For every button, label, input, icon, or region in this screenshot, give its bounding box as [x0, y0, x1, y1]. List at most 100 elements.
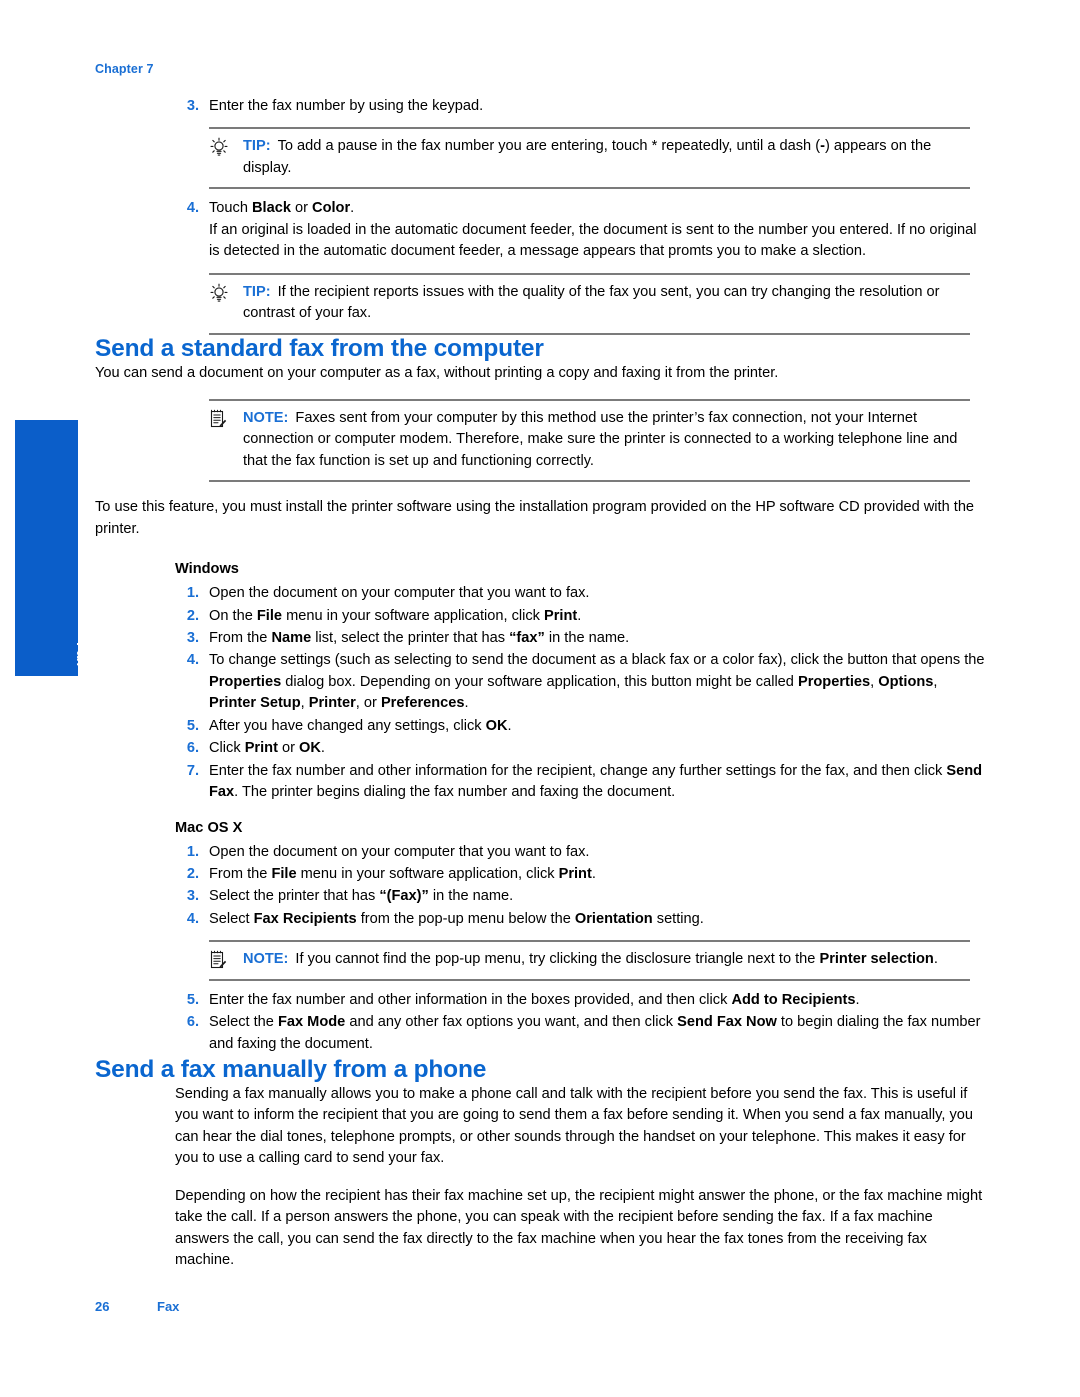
list-item: 3. Select the printer that has “(Fax)” in… [175, 886, 985, 907]
step-text-emphasis: Fax Mode [277, 1014, 346, 1031]
tip-callout-pause: TIP: To add a pause in the fax number you… [209, 127, 970, 190]
step-text: To change settings (such as selecting to… [209, 652, 985, 669]
step-text-emphasis: File [256, 607, 283, 624]
mac-steps-list-part2: 5. Enter the fax number and other informa… [95, 990, 985, 1055]
step-text: . [464, 695, 469, 712]
step-number: 3. [186, 630, 199, 646]
phone-section-body: Sending a fax manually allows you to mak… [175, 1084, 985, 1272]
step-number: 6. [186, 740, 199, 757]
step-text: On the [209, 607, 257, 624]
step-text-emphasis: Options [878, 673, 934, 690]
step-text: Open the document on your computer that … [209, 585, 590, 602]
list-item: 5. After you have changed any settings, c… [175, 716, 985, 737]
note-text: Faxes sent from your computer by this me… [243, 409, 958, 469]
step-text-emphasis: Properties [797, 673, 871, 690]
step-text-emphasis: Add to Recipients [731, 991, 856, 1008]
list-item: 4. Select Fax Recipients from the pop-up … [175, 909, 985, 930]
step-text: in the name. [544, 630, 630, 646]
step4-black: Black [252, 200, 291, 217]
step-text: Enter the fax number and other informati… [209, 762, 947, 779]
install-requirement-paragraph: To use this feature, you must install th… [95, 499, 975, 537]
step-text-emphasis: “(Fax)” [379, 888, 429, 905]
step-text: . [855, 991, 860, 1008]
step-text: Enter the fax number and other informati… [209, 991, 732, 1008]
step-number: 4. [186, 200, 199, 217]
step4-lead-a: Touch [209, 200, 252, 217]
list-item: 1. Open the document on your computer tha… [175, 583, 985, 604]
page-content: 3. Enter the fax number by using the key… [95, 96, 985, 1272]
chapter-header: Chapter 7 [95, 62, 154, 76]
step-number: 2. [186, 865, 199, 882]
list-item: 6. Select the Fax Mode and any other fax … [175, 1012, 985, 1055]
step-text-emphasis: Properties [209, 673, 282, 690]
step-text-emphasis: File [271, 865, 297, 882]
step-text: . [320, 740, 325, 757]
list-item: 3. Enter the fax number by using the key… [175, 96, 985, 117]
note-keyword: NOTE: [243, 409, 289, 426]
section-title-send-fax-manually: Send a fax manually from a phone [95, 1056, 487, 1083]
list-item: 3. From the Name list, select the printer… [175, 628, 985, 649]
note-callout-fax-connection: NOTE: Faxes sent from your computer by th… [209, 398, 970, 483]
step4-body: If an original is loaded in the automati… [209, 221, 977, 260]
step-text: from the pop-up menu below the [356, 910, 575, 927]
lightbulb-icon [209, 283, 233, 303]
mac-steps-list-part1: 1. Open the document on your computer tha… [95, 842, 985, 931]
phone-paragraph-1: Sending a fax manually allows you to mak… [175, 1086, 973, 1167]
list-item: 2. From the File menu in your software ap… [175, 864, 985, 885]
list-item: 6. Click Print or OK. [175, 738, 985, 759]
step-text: menu in your software application, click [282, 607, 545, 624]
step-text: From the [209, 630, 272, 646]
step-text: , [933, 673, 938, 690]
step-text: Select the printer that has [209, 888, 380, 905]
step-number: 4. [186, 652, 199, 669]
footer-page-number: 26 [95, 1299, 110, 1314]
step-text-emphasis: Print [244, 740, 278, 757]
note-keyword: NOTE: [243, 951, 289, 968]
step-text: , [300, 695, 309, 712]
list-item: 4. Touch Black or Color. If an original … [175, 198, 985, 262]
step-text-emphasis: Name [271, 630, 312, 646]
step4-list: 4. Touch Black or Color. If an original … [95, 198, 985, 262]
step-text: . The printer begins dialing the fax num… [234, 784, 676, 801]
footer-section-label: Fax [157, 1299, 180, 1314]
step-text-emphasis: Preferences [380, 695, 465, 712]
step-text-emphasis: Printer [308, 695, 356, 712]
list-item: 5. Enter the fax number and other informa… [175, 990, 985, 1011]
step-text: in the name. [428, 888, 514, 905]
step-text-emphasis: Print [544, 607, 578, 624]
step-number: 5. [186, 717, 199, 734]
step-text: Enter the fax number by using the keypad… [209, 98, 484, 114]
step4-lead-b: or [290, 200, 313, 217]
step-text: dialog box. Depending on your software a… [281, 673, 798, 690]
step-number: 7. [186, 762, 199, 779]
step-number: 6. [186, 1014, 199, 1031]
step-text-emphasis: OK [485, 717, 508, 734]
step-text: or [277, 740, 300, 757]
step-number: 3. [186, 888, 199, 905]
step-text: and any other fax options you want, and … [345, 1014, 678, 1031]
step-text: . [507, 717, 512, 734]
lightbulb-icon [209, 137, 233, 157]
section-title-send-standard-fax: Send a standard fax from the computer [95, 334, 544, 362]
note-pad-icon [209, 950, 233, 970]
side-thumb-tab-label: Fax [74, 642, 89, 666]
step4-lead-c: . [350, 200, 355, 217]
step-text: From the [209, 865, 272, 882]
step-text: , or [355, 695, 381, 712]
windows-steps-list: 1. Open the document on your computer tha… [95, 583, 985, 803]
note-text-a: If you cannot find the pop-up menu, try … [295, 951, 820, 968]
document-page: Fax Chapter 7 3. Enter the fax number by… [0, 0, 1080, 1397]
step-text: list, select the printer that has [311, 630, 510, 646]
step-number: 1. [186, 585, 199, 602]
list-item: 7. Enter the fax number and other informa… [175, 761, 985, 804]
step-text: . [577, 607, 582, 624]
step-text: Click [209, 740, 245, 757]
tip-text-a: To add a pause in the fax number you are… [277, 138, 821, 155]
step-text: . [591, 865, 596, 882]
step-text: setting. [652, 910, 704, 927]
step-text: After you have changed any settings, cli… [209, 717, 486, 734]
note-bold-printer-selection: Printer selection [819, 951, 934, 968]
subheading-windows: Windows [175, 561, 239, 578]
phone-paragraph-2: Depending on how the recipient has their… [175, 1187, 983, 1269]
section-intro-paragraph: You can send a document on your computer… [95, 364, 779, 381]
